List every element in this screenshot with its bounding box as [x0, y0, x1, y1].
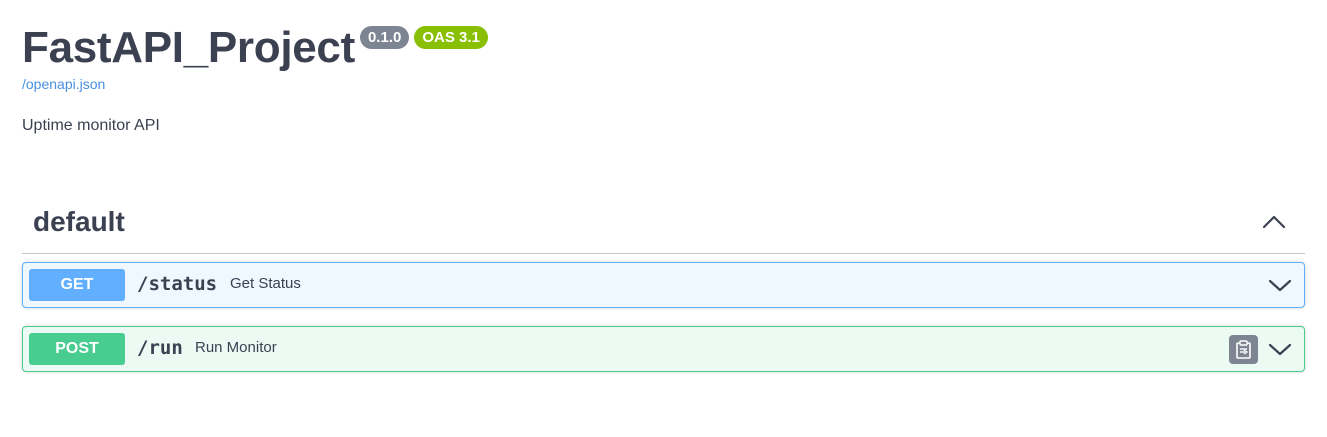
- operation-path: /run: [137, 337, 183, 359]
- operation-path: /status: [137, 273, 218, 295]
- operation-post-run[interactable]: POST /run Run Monitor: [22, 326, 1305, 372]
- operation-get-status[interactable]: GET /status Get Status: [22, 262, 1305, 308]
- chevron-down-icon[interactable]: [1268, 275, 1292, 295]
- api-description: Uptime monitor API: [22, 117, 160, 134]
- swagger-ui-page: FastAPI_Project 0.1.0 OAS 3.1 /openapi.j…: [0, 0, 1327, 437]
- info-title-row: FastAPI_Project 0.1.0 OAS 3.1: [22, 22, 488, 74]
- tag-section-default[interactable]: default: [22, 194, 1305, 254]
- version-badge: 0.1.0: [359, 26, 410, 49]
- tag-name: default: [33, 206, 125, 237]
- openapi-spec-link[interactable]: /openapi.json: [22, 76, 105, 92]
- chevron-up-icon[interactable]: [1261, 212, 1287, 232]
- operation-summary: Get Status: [230, 275, 301, 292]
- oas-version-badge: OAS 3.1: [414, 26, 488, 49]
- clipboard-copy-icon[interactable]: [1229, 335, 1258, 364]
- method-badge-get: GET: [29, 269, 125, 301]
- operation-summary: Run Monitor: [195, 339, 277, 356]
- method-badge-post: POST: [29, 333, 125, 365]
- chevron-down-icon[interactable]: [1268, 339, 1292, 359]
- api-title: FastAPI_Project: [22, 23, 355, 72]
